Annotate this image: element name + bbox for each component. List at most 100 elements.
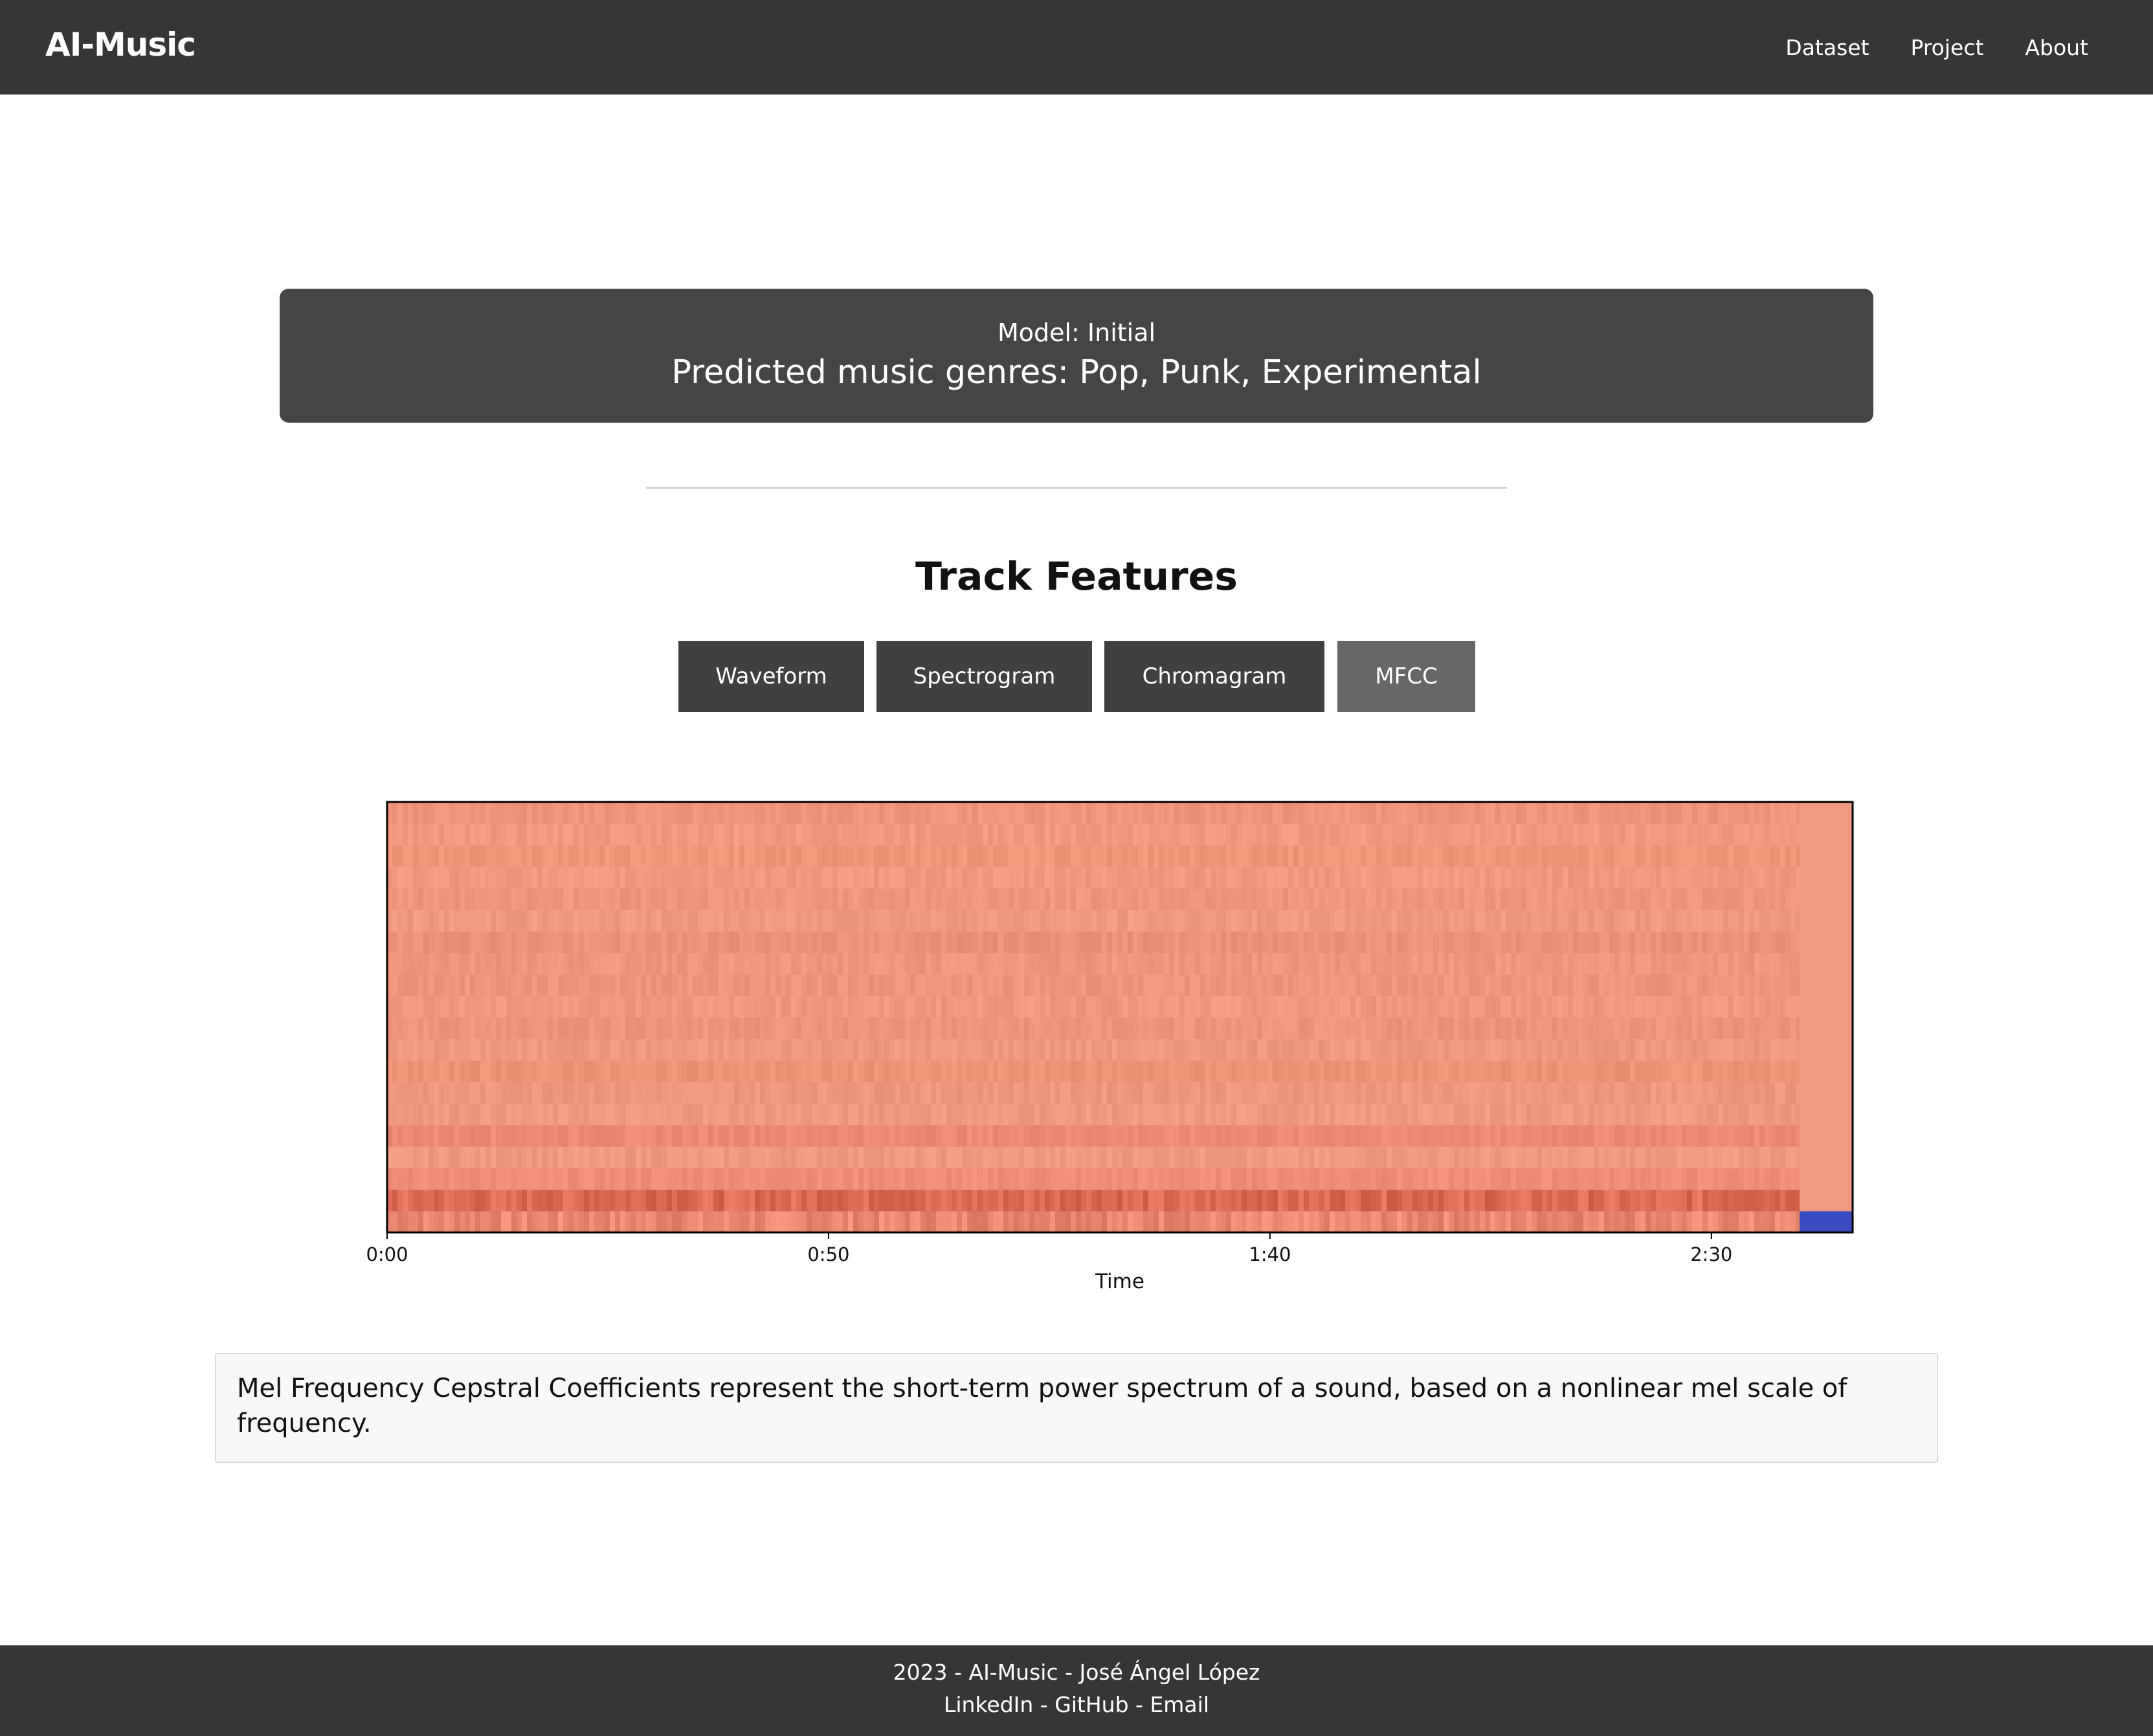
heatmap-cell	[480, 1189, 486, 1212]
heatmap-cell	[522, 1146, 528, 1168]
heatmap-cell	[1381, 888, 1387, 910]
heatmap-cell	[667, 974, 673, 996]
heatmap-cell	[548, 888, 553, 910]
heatmap-cell	[615, 1103, 621, 1126]
heatmap-cell	[1759, 1038, 1765, 1061]
heatmap-cell	[1480, 1082, 1486, 1104]
heatmap-cell	[579, 845, 585, 867]
heatmap-cell	[1159, 952, 1165, 975]
heatmap-cell	[988, 952, 994, 975]
heatmap-cell	[1402, 1082, 1408, 1104]
heatmap-cell	[1366, 1168, 1372, 1190]
heatmap-cell	[1418, 1103, 1423, 1126]
heatmap-cell	[1159, 1189, 1165, 1212]
heatmap-cell	[693, 845, 698, 867]
heatmap-cell	[599, 909, 605, 932]
heatmap-cell	[537, 974, 543, 996]
heatmap-cell	[434, 888, 440, 910]
heatmap-cell	[801, 845, 807, 867]
heatmap-cell	[977, 1103, 983, 1126]
heatmap-cell	[1526, 1082, 1532, 1104]
heatmap-cell	[998, 845, 1004, 867]
heatmap-cell	[884, 974, 890, 996]
heatmap-cell	[931, 931, 937, 953]
heatmap-cell	[1122, 1103, 1128, 1126]
heatmap-cell	[1242, 1082, 1247, 1104]
heatmap-cell	[423, 1103, 429, 1126]
heatmap-cell	[765, 1124, 771, 1147]
heatmap-cell	[1407, 952, 1413, 975]
heatmap-cell	[1350, 1168, 1356, 1190]
heatmap-cell	[542, 1017, 548, 1040]
heatmap-cell	[1330, 931, 1335, 953]
heatmap-cell	[1029, 909, 1035, 932]
heatmap-cell	[1754, 1017, 1760, 1040]
heatmap-cell	[1040, 1082, 1045, 1104]
heatmap-cell	[1345, 1060, 1351, 1082]
heatmap-cell	[475, 1124, 481, 1147]
heatmap-cell	[485, 888, 491, 910]
heatmap-cell	[485, 1017, 491, 1040]
heatmap-cell	[1671, 952, 1677, 975]
heatmap-cell	[920, 1038, 926, 1061]
heatmap-cell	[1516, 888, 1522, 910]
heatmap-cell	[625, 1124, 631, 1147]
heatmap-cell	[915, 1210, 921, 1233]
heatmap-cell	[1304, 1168, 1310, 1190]
heatmap-cell	[1645, 1146, 1651, 1168]
heatmap-cell	[744, 888, 750, 910]
heatmap-cell	[1759, 1124, 1765, 1147]
heatmap-cell	[1252, 1082, 1258, 1104]
heatmap-cell	[1552, 1210, 1558, 1233]
heatmap-cell	[522, 974, 528, 996]
heatmap-cell	[423, 1189, 429, 1212]
heatmap-cell	[1542, 1210, 1548, 1233]
heatmap-cell	[1185, 1017, 1190, 1040]
heatmap-cell	[1573, 1017, 1579, 1040]
heatmap-cell	[1744, 1103, 1750, 1126]
heatmap-cell	[1418, 1017, 1423, 1040]
heatmap-cell	[615, 1189, 621, 1212]
heatmap-cell	[548, 1210, 553, 1233]
heatmap-cell	[1656, 1017, 1662, 1040]
heatmap-cell	[1091, 931, 1097, 953]
heatmap-cell	[1060, 845, 1066, 867]
heatmap-cell	[397, 1146, 403, 1168]
heatmap-cell	[998, 1017, 1004, 1040]
heatmap-cell	[641, 909, 647, 932]
heatmap-cell	[900, 888, 906, 910]
heatmap-cell	[1304, 931, 1310, 953]
heatmap-cell	[1759, 1082, 1765, 1104]
heatmap-cell	[988, 1103, 994, 1126]
heatmap-cell	[879, 888, 885, 910]
heatmap-cell	[527, 1124, 533, 1147]
heatmap-cell	[434, 1103, 440, 1126]
heatmap-cell	[1366, 1210, 1372, 1233]
heatmap-cell	[744, 866, 750, 889]
heatmap-cell	[630, 1168, 636, 1190]
heatmap-cell	[1526, 952, 1532, 975]
heatmap-cell	[920, 1210, 926, 1233]
heatmap-cell	[1418, 845, 1423, 867]
heatmap-cell	[444, 888, 450, 910]
heatmap-cell	[1511, 909, 1517, 932]
heatmap-cell	[429, 952, 434, 975]
heatmap-cell	[1708, 931, 1713, 953]
heatmap-cell	[755, 1038, 761, 1061]
heatmap-cell	[397, 1210, 403, 1233]
heatmap-cell	[1620, 1146, 1625, 1168]
heatmap-cell	[656, 996, 662, 1018]
heatmap-cell	[465, 909, 471, 932]
heatmap-cell	[522, 952, 528, 975]
heatmap-cell	[1516, 1060, 1522, 1082]
heatmap-cell	[568, 1082, 574, 1104]
heatmap-cell	[1148, 974, 1154, 996]
heatmap-cell	[812, 909, 818, 932]
heatmap-cell	[1609, 1017, 1615, 1040]
heatmap-cell	[1117, 1060, 1123, 1082]
heatmap-cell	[1583, 996, 1589, 1018]
heatmap-cell	[1231, 1189, 1237, 1212]
heatmap-cell	[817, 845, 823, 867]
heatmap-cell	[1330, 1124, 1335, 1147]
heatmap-cell	[1495, 1189, 1501, 1212]
